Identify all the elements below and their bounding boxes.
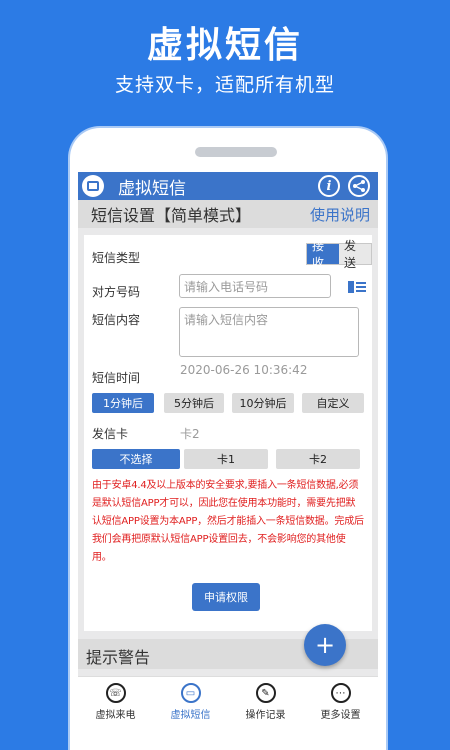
permission-warning-text: 由于安卓4.4及以上版本的安全要求,要插入一条短信数据,必须是默认短信APP才可… xyxy=(92,480,364,563)
app-header: 虚拟短信 i xyxy=(78,172,378,200)
time-1min-button[interactable]: 1分钟后 xyxy=(92,393,154,413)
phone-speaker xyxy=(195,147,277,157)
sms-time-value[interactable]: 2020-06-26 10:36:42 xyxy=(180,363,307,377)
time-custom-button[interactable]: 自定义 xyxy=(302,393,364,413)
time-10min-button[interactable]: 10分钟后 xyxy=(232,393,294,413)
bottom-tab-bar: ☏ 虚拟来电 ▭ 虚拟短信 ✎ 操作记录 ⋯ 更多设置 xyxy=(78,676,378,750)
add-fab-button[interactable]: + xyxy=(304,624,346,666)
more-icon: ⋯ xyxy=(330,683,351,703)
sim-card-value: 卡2 xyxy=(180,427,200,441)
sms-settings-card: 短信类型 接收 发送 对方号码 请输入电话号码 短信内容 请输入短信内容 短信时… xyxy=(84,235,372,631)
promo-subtitle: 支持双卡，适配所有机型 xyxy=(114,74,335,96)
sms-time-label: 短信时间 xyxy=(92,371,141,385)
section-title: 短信设置【简单模式】 xyxy=(91,206,252,225)
promo-title: 虚拟短信 xyxy=(146,25,303,66)
card-2-button[interactable]: 卡2 xyxy=(276,449,360,469)
phone-icon: ☏ xyxy=(105,683,126,703)
phone-frame: 虚拟短信 i 短信设置【简单模式】 使用说明 短信类型 接收 发送 对方号码 请… xyxy=(70,128,386,750)
sms-type-toggle: 接收 发送 xyxy=(306,239,372,270)
time-5min-button[interactable]: 5分钟后 xyxy=(164,393,224,413)
sms-content-input[interactable]: 请输入短信内容 xyxy=(179,307,359,357)
request-permission-button[interactable]: 申请权限 xyxy=(192,583,260,611)
contact-book-icon[interactable] xyxy=(348,281,366,293)
sim-card-label: 发信卡 xyxy=(92,427,129,441)
tab-label: 操作记录 xyxy=(245,710,286,721)
settings-section-bar: 短信设置【简单模式】 使用说明 xyxy=(78,200,378,228)
sms-content-label: 短信内容 xyxy=(92,313,141,327)
app-screen: 虚拟短信 i 短信设置【简单模式】 使用说明 短信类型 接收 发送 对方号码 请… xyxy=(78,172,378,750)
info-icon[interactable]: i xyxy=(318,175,340,197)
share-icon[interactable] xyxy=(348,175,370,197)
phone-number-input[interactable]: 请输入电话号码 xyxy=(179,274,331,298)
app-title: 虚拟短信 xyxy=(118,178,186,199)
receive-option[interactable]: 接收 xyxy=(307,239,339,270)
card-1-button[interactable]: 卡1 xyxy=(184,449,268,469)
send-option[interactable]: 发送 xyxy=(339,239,371,270)
card-none-button[interactable]: 不选择 xyxy=(92,449,180,469)
message-icon: ▭ xyxy=(180,683,201,703)
tab-label: 更多设置 xyxy=(320,710,361,721)
tab-label: 虚拟短信 xyxy=(170,710,211,721)
tab-fake-call[interactable]: ☏ 虚拟来电 xyxy=(78,677,153,750)
tab-history[interactable]: ✎ 操作记录 xyxy=(228,677,303,750)
sms-type-label: 短信类型 xyxy=(92,251,141,265)
tab-label: 虚拟来电 xyxy=(95,710,136,721)
app-logo-icon xyxy=(82,175,104,197)
edit-icon: ✎ xyxy=(255,683,276,703)
help-link[interactable]: 使用说明 xyxy=(310,204,370,225)
tab-more-settings[interactable]: ⋯ 更多设置 xyxy=(303,677,378,750)
phone-number-label: 对方号码 xyxy=(92,285,141,299)
tab-fake-sms[interactable]: ▭ 虚拟短信 xyxy=(153,677,228,750)
